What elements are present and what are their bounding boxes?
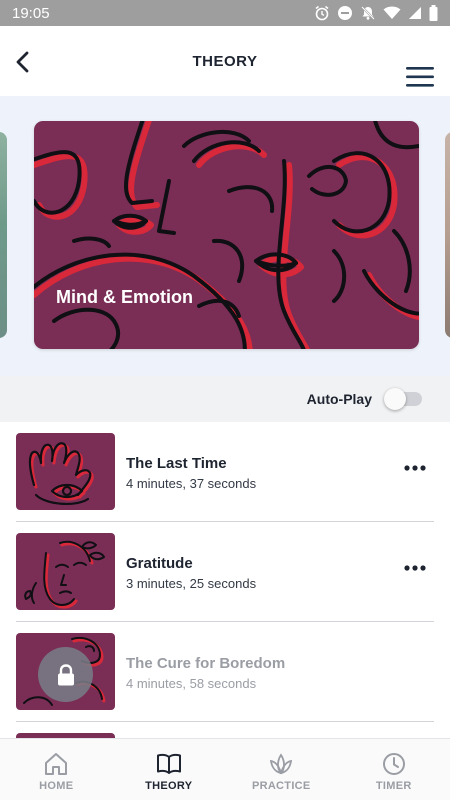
bottom-tab-bar: HOME THEORY PRACTICE TIMER	[0, 738, 450, 800]
tab-practice[interactable]: PRACTICE	[225, 739, 338, 800]
line-art-faces-image	[34, 121, 419, 349]
tab-label: THEORY	[145, 780, 193, 792]
eye-hand-art-image	[28, 442, 94, 505]
alarm-icon	[315, 5, 329, 21]
status-time: 19:05	[12, 4, 50, 22]
more-options-icon[interactable]	[404, 464, 426, 472]
carousel-card-next[interactable]	[445, 132, 450, 338]
book-icon	[156, 753, 181, 774]
autoplay-toggle[interactable]	[384, 388, 422, 410]
autoplay-bar: Auto-Play	[0, 376, 450, 422]
status-bar: 19:05	[0, 0, 450, 26]
tab-label: PRACTICE	[251, 780, 311, 792]
battery-icon	[429, 5, 438, 21]
track-title: Gratitude	[126, 555, 193, 572]
autoplay-toggle-knob	[384, 388, 406, 410]
tab-label: TIMER	[375, 780, 412, 792]
list-item[interactable]: The Last Time 4 minutes, 37 seconds	[16, 422, 434, 522]
lotus-icon	[270, 753, 293, 775]
do-not-disturb-icon	[338, 6, 352, 20]
tab-home[interactable]: HOME	[0, 739, 113, 800]
carousel-card-featured[interactable]: Mind & Emotion	[34, 121, 419, 349]
track-duration: 4 minutes, 58 seconds	[126, 676, 257, 691]
app-header: THEORY	[0, 26, 450, 96]
tab-label: HOME	[39, 780, 74, 792]
track-title: The Cure for Boredom	[126, 655, 286, 672]
notifications-off-icon	[361, 6, 375, 20]
back-arrow-icon[interactable]	[12, 50, 36, 74]
more-options-icon[interactable]	[404, 564, 426, 572]
page-title: THEORY	[192, 52, 258, 70]
track-list: The Last Time 4 minutes, 37 seconds Grat…	[0, 422, 450, 738]
menu-icon[interactable]	[406, 66, 434, 88]
list-item[interactable]	[16, 722, 434, 738]
list-item[interactable]: The Cure for Boredom 4 minutes, 58 secon…	[16, 622, 434, 722]
tab-theory[interactable]: THEORY	[113, 739, 226, 800]
signal-icon	[409, 7, 421, 19]
track-thumbnail	[16, 533, 115, 610]
locked-content-button[interactable]	[38, 647, 93, 702]
tab-timer[interactable]: TIMER	[338, 739, 450, 800]
autoplay-label: Auto-Play	[306, 391, 372, 407]
track-title: The Last Time	[126, 455, 227, 472]
lock-icon	[57, 663, 74, 685]
face-with-leaves-art-image	[24, 540, 105, 609]
clock-icon	[382, 753, 405, 775]
home-icon	[45, 753, 68, 775]
carousel-card-previous[interactable]	[0, 132, 7, 338]
featured-category-title: Mind & Emotion	[56, 287, 193, 307]
list-item[interactable]: Gratitude 3 minutes, 25 seconds	[16, 522, 434, 622]
wifi-icon	[383, 6, 401, 19]
track-duration: 4 minutes, 37 seconds	[126, 476, 257, 491]
status-icons	[314, 5, 438, 21]
track-thumbnail	[16, 433, 115, 510]
track-duration: 3 minutes, 25 seconds	[126, 576, 257, 591]
category-carousel[interactable]: Mind & Emotion	[0, 96, 450, 376]
